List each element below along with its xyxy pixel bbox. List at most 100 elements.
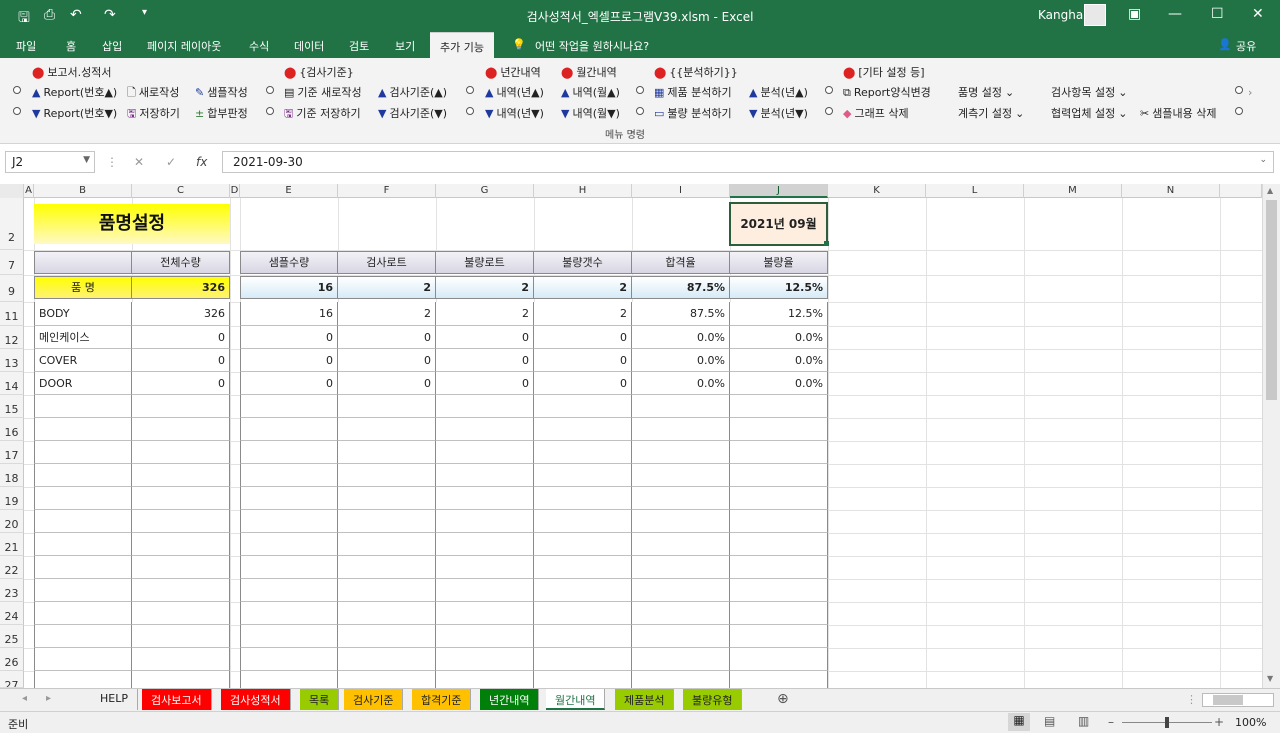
total-cell[interactable]: 12.5% <box>730 276 828 299</box>
header-cell[interactable]: 전체수량 <box>132 251 230 274</box>
zoom-level[interactable]: 100% <box>1235 716 1266 729</box>
standard-down-button[interactable]: ▼ 검사기준(▼) <box>378 105 447 121</box>
new-create-button[interactable]: 🗋 새로작성 <box>127 84 179 103</box>
zoom-out-icon[interactable]: – <box>1108 715 1114 729</box>
table-cell[interactable] <box>132 487 230 510</box>
table-cell[interactable]: 2 <box>338 302 436 326</box>
table-cell[interactable] <box>240 464 338 487</box>
table-cell[interactable] <box>132 579 230 602</box>
table-cell[interactable] <box>132 556 230 579</box>
table-cell[interactable] <box>132 510 230 533</box>
table-cell[interactable] <box>632 441 730 464</box>
item-name-cell[interactable] <box>34 533 132 556</box>
sheet-tab[interactable]: 목록 <box>300 689 340 710</box>
table-cell[interactable] <box>730 441 828 464</box>
table-cell[interactable]: 0 <box>436 372 534 395</box>
yearly-down-button[interactable]: ▼ 내역(년▼) <box>485 105 544 121</box>
table-cell[interactable] <box>632 510 730 533</box>
zoom-slider-thumb[interactable] <box>1165 717 1169 728</box>
table-cell[interactable] <box>534 671 632 688</box>
item-name-cell[interactable]: DOOR <box>34 372 132 395</box>
item-name-cell[interactable]: 메인케이스 <box>34 326 132 349</box>
column-header[interactable]: M <box>1024 184 1122 198</box>
column-header[interactable] <box>1220 184 1262 198</box>
column-header[interactable]: I <box>632 184 730 198</box>
column-header[interactable]: K <box>828 184 926 198</box>
table-cell[interactable]: 0 <box>240 349 338 372</box>
table-cell[interactable] <box>132 671 230 688</box>
table-cell[interactable]: 0 <box>338 349 436 372</box>
table-cell[interactable] <box>534 556 632 579</box>
item-name-cell[interactable] <box>34 464 132 487</box>
item-setting-dropdown[interactable]: 품명 설정 ⌄ <box>958 84 1017 100</box>
radio-option[interactable] <box>636 86 644 94</box>
tab-formulas[interactable]: 수식 <box>249 38 269 54</box>
vertical-scrollbar[interactable]: ▲ ▼ <box>1262 184 1280 688</box>
table-cell[interactable] <box>240 648 338 671</box>
table-cell[interactable]: 0 <box>534 372 632 395</box>
column-header[interactable]: B <box>34 184 132 198</box>
graph-delete-button[interactable]: ◆ 그래프 삭제 <box>843 105 909 121</box>
column-header[interactable]: H <box>534 184 632 198</box>
table-cell[interactable] <box>632 579 730 602</box>
analysis-down-button[interactable]: ▼ 분석(년▼) <box>749 105 808 121</box>
close-icon[interactable]: ✕ <box>1252 6 1264 22</box>
select-all-corner[interactable] <box>0 184 24 198</box>
minimize-icon[interactable]: — <box>1168 6 1182 22</box>
row-header[interactable]: 18 <box>0 464 24 487</box>
table-cell[interactable] <box>534 487 632 510</box>
table-cell[interactable] <box>534 533 632 556</box>
row-header[interactable]: 20 <box>0 510 24 533</box>
table-cell[interactable] <box>338 579 436 602</box>
item-name-cell[interactable] <box>34 602 132 625</box>
partner-setting-dropdown[interactable]: 협력업체 설정 ⌄ <box>1051 105 1130 121</box>
worksheet-grid[interactable]: 품명설정 2021년 09월 전체수량 샘플수량 검사로트 불량로트 불량갯수 … <box>24 198 1262 688</box>
table-cell[interactable] <box>132 602 230 625</box>
table-cell[interactable] <box>240 579 338 602</box>
table-cell[interactable] <box>730 671 828 688</box>
table-cell[interactable] <box>240 602 338 625</box>
page-break-view-icon[interactable]: ▥ <box>1078 714 1089 728</box>
table-cell[interactable]: 0 <box>338 372 436 395</box>
table-cell[interactable] <box>240 418 338 441</box>
table-cell[interactable] <box>240 395 338 418</box>
total-cell[interactable]: 2 <box>534 276 632 299</box>
defect-analysis-button[interactable]: ▭ 불량 분석하기 <box>654 105 732 121</box>
table-cell[interactable] <box>436 441 534 464</box>
table-cell[interactable] <box>240 556 338 579</box>
total-cell[interactable]: 16 <box>240 276 338 299</box>
row-header[interactable]: 7 <box>0 250 24 275</box>
horizontal-scrollbar[interactable] <box>1202 693 1274 707</box>
sheet-tab[interactable]: 제품분석 <box>615 689 675 710</box>
item-name-cell[interactable]: BODY <box>34 302 132 326</box>
row-header[interactable]: 19 <box>0 487 24 510</box>
header-cell[interactable]: 불량율 <box>730 251 828 274</box>
column-header[interactable]: D <box>230 184 240 198</box>
radio-option[interactable] <box>825 86 833 94</box>
table-cell[interactable] <box>338 510 436 533</box>
table-cell[interactable] <box>436 579 534 602</box>
table-cell[interactable] <box>730 602 828 625</box>
table-cell[interactable] <box>240 625 338 648</box>
column-header[interactable]: F <box>338 184 436 198</box>
table-cell[interactable] <box>132 418 230 441</box>
table-cell[interactable] <box>534 510 632 533</box>
sheet-tab[interactable]: 검사보고서 <box>142 689 212 710</box>
row-header[interactable]: 9 <box>0 275 24 302</box>
item-name-cell[interactable] <box>34 395 132 418</box>
table-cell[interactable] <box>338 625 436 648</box>
table-cell[interactable]: 0 <box>132 326 230 349</box>
table-cell[interactable] <box>730 464 828 487</box>
table-cell[interactable] <box>132 625 230 648</box>
table-cell[interactable] <box>730 510 828 533</box>
table-cell[interactable]: 0 <box>132 372 230 395</box>
table-cell[interactable] <box>730 648 828 671</box>
table-cell[interactable] <box>436 418 534 441</box>
yearly-up-button[interactable]: ▲ 내역(년▲) <box>485 84 544 100</box>
table-cell[interactable] <box>730 533 828 556</box>
analysis-up-button[interactable]: ▲ 분석(년▲) <box>749 84 808 100</box>
table-cell[interactable] <box>730 556 828 579</box>
table-cell[interactable] <box>730 395 828 418</box>
tab-insert[interactable]: 삽입 <box>102 38 122 54</box>
sheet-tab[interactable]: HELP <box>91 689 138 710</box>
